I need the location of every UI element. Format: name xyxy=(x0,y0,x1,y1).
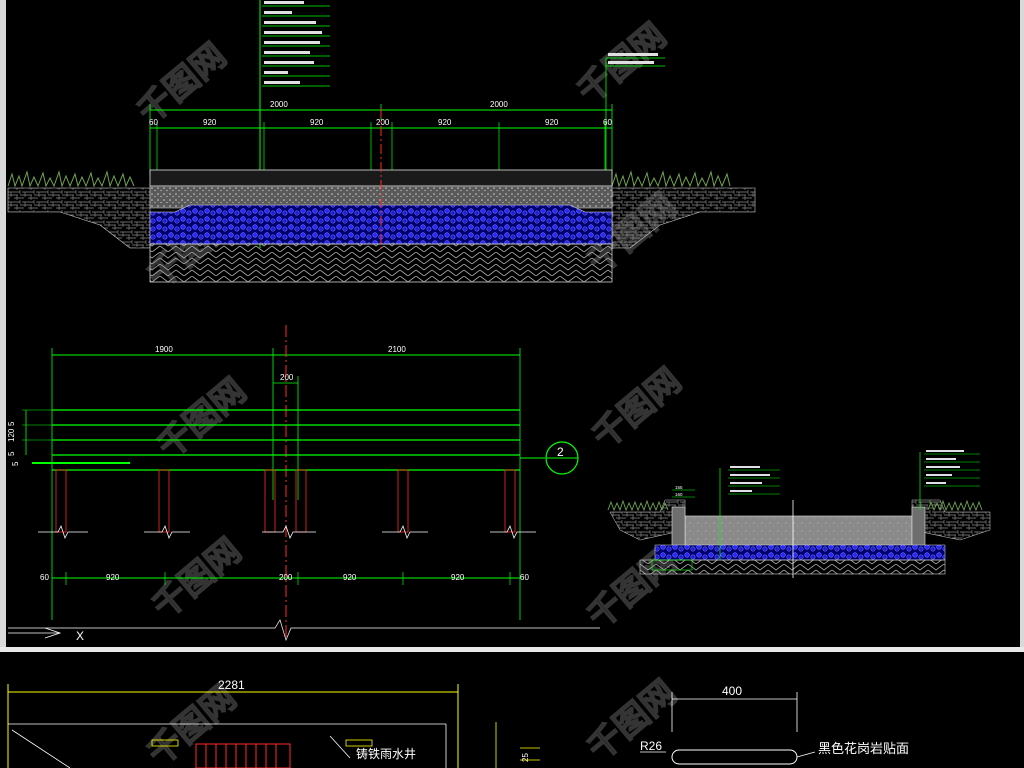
grass-left xyxy=(7,170,135,188)
soil-right xyxy=(611,187,756,249)
watermark-group: 千图网 千图网 千图网 千图网 千图网 千图网 千图网 千图网 xyxy=(129,15,689,638)
dimension-label: 120 xyxy=(7,428,16,442)
section-detail-2: 155 160 xyxy=(607,450,991,578)
dimension-label: 2000 xyxy=(270,100,288,109)
dimension-label: 2100 xyxy=(388,345,406,354)
dimension-label: 2281 xyxy=(218,678,245,692)
base-layer xyxy=(149,243,613,283)
watermark-text: 千图网 xyxy=(585,361,689,457)
dimension-label: 200 xyxy=(280,373,294,382)
dimension-label: 60 xyxy=(40,573,49,582)
dimension-label: 60 xyxy=(149,118,158,127)
cad-canvas-top: 千图网 千图网 千图网 千图网 千图网 千图网 千图网 千图网 xyxy=(7,0,991,643)
dimension-label: 5 xyxy=(7,421,16,426)
window-edge-left xyxy=(0,0,6,648)
dimension-label: 25 xyxy=(521,753,530,762)
watermark-text: 千图网 xyxy=(145,531,249,627)
dimension-label: 200 xyxy=(376,118,390,127)
soil-left xyxy=(7,187,151,249)
drawing-sheet-bottom: 千图网 千图网 2281 铸铁雨水井 25 400 R26 黑色花岗岩贴面 xyxy=(0,652,1024,768)
dimension-label: 160 xyxy=(675,492,683,497)
dimension-label: 920 xyxy=(203,118,217,127)
grass-right xyxy=(611,170,731,188)
dimension-label: 920 xyxy=(545,118,559,127)
dimension-label: 200 xyxy=(279,573,293,582)
dimension-label: 2000 xyxy=(490,100,508,109)
dimension-label: 920 xyxy=(451,573,465,582)
dimension-label: 60 xyxy=(520,573,529,582)
dimension-label: 1900 xyxy=(155,345,173,354)
watermark-text: 千图网 xyxy=(130,36,234,132)
post-group xyxy=(38,469,536,540)
dimension-label: 60 xyxy=(603,118,612,127)
dimension-label: 5 xyxy=(11,461,20,466)
dimension-label: 920 xyxy=(310,118,324,127)
material-label: 黑色花岗岩贴面 xyxy=(818,741,909,757)
cad-canvas-bottom: 千图网 千图网 2281 铸铁雨水井 25 400 R26 黑色花岗岩贴面 xyxy=(7,672,909,768)
drain-label: 铸铁雨水井 xyxy=(356,746,416,761)
dimension-label: 400 xyxy=(722,684,742,698)
watermark-text: 千图网 xyxy=(150,371,254,467)
plan-detail: 2281 铸铁雨水井 25 xyxy=(7,678,540,768)
dimension-label: 155 xyxy=(675,485,683,490)
callout-number: 2 xyxy=(557,445,564,459)
dimension-label: 5 xyxy=(7,451,16,456)
watermark-text: 千图网 xyxy=(580,673,684,768)
radius-label: R26 xyxy=(640,739,662,753)
window-edge-right xyxy=(1020,0,1024,648)
dimension-label: 920 xyxy=(438,118,452,127)
dimension-label: 920 xyxy=(106,573,120,582)
curb-detail: 400 R26 黑色花岗岩贴面 xyxy=(640,684,909,765)
drawing-sheet-top: 千图网 千图网 千图网 千图网 千图网 千图网 千图网 千图网 xyxy=(0,0,1024,648)
elevation-detail: 1900 2100 200 5 120 5 5 60 920 200 920 9… xyxy=(7,325,600,643)
axis-label: X xyxy=(76,629,84,643)
dimension-label: 920 xyxy=(343,573,357,582)
